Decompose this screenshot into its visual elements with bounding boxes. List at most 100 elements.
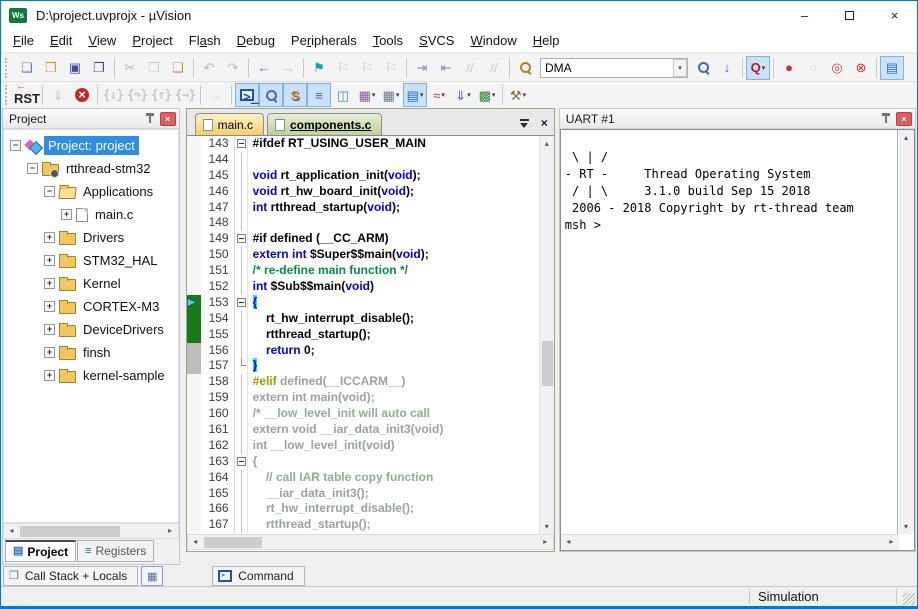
fold-margin[interactable] [235, 454, 248, 470]
fold-margin[interactable] [235, 390, 248, 406]
code-line[interactable]: 161extern void __iar_data_init3(void) [187, 422, 539, 438]
disable-all-breakpoints-button[interactable]: ◎ [825, 56, 849, 80]
bookmark-previous-button[interactable]: ⚐ [331, 56, 355, 80]
stop-button[interactable]: × [70, 83, 94, 107]
menu-file[interactable]: File [5, 29, 42, 52]
code-line[interactable]: 165 __iar_data_init3(); [187, 486, 539, 502]
fold-margin[interactable] [235, 486, 248, 502]
save-all-button[interactable]: ❐ [87, 56, 111, 80]
bookmark-clear-all-button[interactable]: ⚐ [379, 56, 403, 80]
tree-item-applications[interactable]: −Applications [4, 180, 178, 203]
find-input[interactable] [541, 61, 673, 75]
debug-toolbox-button[interactable]: ⚒▾ [506, 83, 530, 107]
bookmark-toggle-button[interactable]: ⚑ [307, 56, 331, 80]
code-line[interactable]: 155 rtthread_startup(); [187, 327, 539, 343]
code-area[interactable]: 143#ifdef RT_USING_USER_MAIN144145void r… [187, 136, 539, 534]
code-line[interactable]: 156 return 0; [187, 343, 539, 359]
kill-all-breakpoints-button[interactable]: ⊗ [849, 56, 873, 80]
bookmark-next-button[interactable]: ⚐ [355, 56, 379, 80]
undo-button[interactable]: ↶ [197, 56, 221, 80]
scroll-right-icon[interactable]: ▸ [538, 535, 553, 549]
serial-window-button[interactable]: ≡ [307, 83, 331, 107]
scroll-left-icon[interactable]: ◂ [4, 524, 19, 538]
command-window-button[interactable]: >_ [235, 83, 259, 107]
tree-item-kernel-sample[interactable]: +kernel-sample [4, 364, 178, 387]
scroll-right-icon[interactable]: ▸ [163, 524, 178, 538]
fold-margin[interactable] [235, 215, 248, 231]
periodic-window-update-button[interactable]: ▤ [880, 56, 904, 80]
editor-close-icon[interactable] [541, 117, 548, 129]
tab-registers[interactable]: ≡Registers [77, 540, 154, 562]
fold-margin[interactable] [235, 517, 248, 533]
pin-icon[interactable] [881, 112, 892, 125]
project-tree-hscrollbar[interactable]: ◂ ▸ [3, 523, 179, 539]
fold-collapse-icon[interactable] [237, 234, 246, 243]
scroll-down-icon[interactable]: ▾ [540, 519, 554, 534]
uart-vscrollbar[interactable]: ▴ ▾ [899, 130, 914, 534]
fold-margin[interactable] [235, 358, 248, 374]
tree-item-finsh[interactable]: +finsh [4, 341, 178, 364]
trace-window-button[interactable]: ▦▾ [355, 83, 379, 107]
fold-margin[interactable] [235, 470, 248, 486]
expand-icon[interactable]: + [44, 347, 55, 358]
memory-window-tab-button[interactable]: ▦ [141, 566, 163, 586]
symbol-window-button[interactable]: S [283, 83, 307, 107]
code-line[interactable]: 147int rtthread_startup(void); [187, 200, 539, 216]
toolbar-grip[interactable] [5, 85, 10, 105]
fold-margin[interactable] [235, 311, 248, 327]
fold-margin[interactable] [235, 184, 248, 200]
fold-margin[interactable] [235, 279, 248, 295]
expand-icon[interactable]: + [61, 209, 72, 220]
fold-margin[interactable] [235, 152, 248, 168]
step-over-button[interactable]: {↷} [125, 83, 149, 107]
call-stack-window-button[interactable]: ⇓▾ [451, 83, 475, 107]
analysis-window-button[interactable]: ◫ [331, 83, 355, 107]
fold-margin[interactable] [235, 200, 248, 216]
menu-window[interactable]: Window [462, 29, 524, 52]
scroll-left-icon[interactable]: ◂ [188, 535, 203, 549]
memory-window-button[interactable]: ▦▾ [379, 83, 403, 107]
fold-margin[interactable] [235, 295, 248, 311]
step-into-button[interactable]: {↓} [101, 83, 125, 107]
run-button[interactable]: ⇓ [46, 83, 70, 107]
code-line[interactable]: 145void rt_application_init(void); [187, 168, 539, 184]
editor-tab-main-c[interactable]: main.c [195, 113, 264, 135]
callstack-locals-tab[interactable]: ❐ Call Stack + Locals [3, 566, 138, 586]
uncomment-selection-button[interactable]: // [482, 56, 506, 80]
fold-margin[interactable] [235, 438, 248, 454]
tree-item-kernel[interactable]: +Kernel [4, 272, 178, 295]
menu-view[interactable]: View [80, 29, 124, 52]
tree-item-stm32-hal[interactable]: +STM32_HAL [4, 249, 178, 272]
unindent-button[interactable]: ⇤ [434, 56, 458, 80]
logic-analyzer-button[interactable]: ≈▾ [427, 83, 451, 107]
code-line[interactable]: 164 // call IAR table copy function [187, 470, 539, 486]
command-tab[interactable]: Command [212, 566, 304, 586]
system-viewer-button[interactable]: ▩▾ [475, 83, 499, 107]
tree-item-main-c[interactable]: +main.c [4, 203, 178, 226]
menu-flash[interactable]: Flash [181, 29, 229, 52]
code-line[interactable]: 167 rtthread_startup(); [187, 517, 539, 533]
expand-icon[interactable]: + [44, 232, 55, 243]
fold-collapse-icon[interactable] [237, 298, 246, 307]
menu-help[interactable]: Help [525, 29, 568, 52]
code-line[interactable]: 151/* re-define main function */ [187, 263, 539, 279]
fold-margin[interactable] [235, 327, 248, 343]
editor-tab-components-c[interactable]: components.c [267, 113, 382, 135]
insert-breakpoint-button[interactable]: ● [777, 56, 801, 80]
cut-button[interactable]: ✂ [118, 56, 142, 80]
find-in-files-button[interactable] [513, 56, 537, 80]
expand-icon[interactable]: + [44, 370, 55, 381]
redo-button[interactable]: ↷ [221, 56, 245, 80]
menu-project[interactable]: Project [124, 29, 180, 52]
menu-peripherals[interactable]: Peripherals [283, 29, 365, 52]
navigate-back-button[interactable]: ← [252, 56, 276, 80]
editor-vscrollbar[interactable]: ▴ ▾ [539, 136, 554, 534]
fold-margin[interactable] [235, 343, 248, 359]
scroll-right-icon[interactable]: ▸ [884, 535, 899, 549]
code-line[interactable]: 157} [187, 358, 539, 374]
menu-tools[interactable]: Tools [365, 29, 411, 52]
code-line[interactable]: 162int __low_level_init(void) [187, 438, 539, 454]
code-line[interactable]: 143#ifdef RT_USING_USER_MAIN [187, 136, 539, 152]
show-current-statement-button[interactable]: → [204, 83, 228, 107]
tree-item-rtthread-stm32[interactable]: −rtthread-stm32 [4, 157, 178, 180]
